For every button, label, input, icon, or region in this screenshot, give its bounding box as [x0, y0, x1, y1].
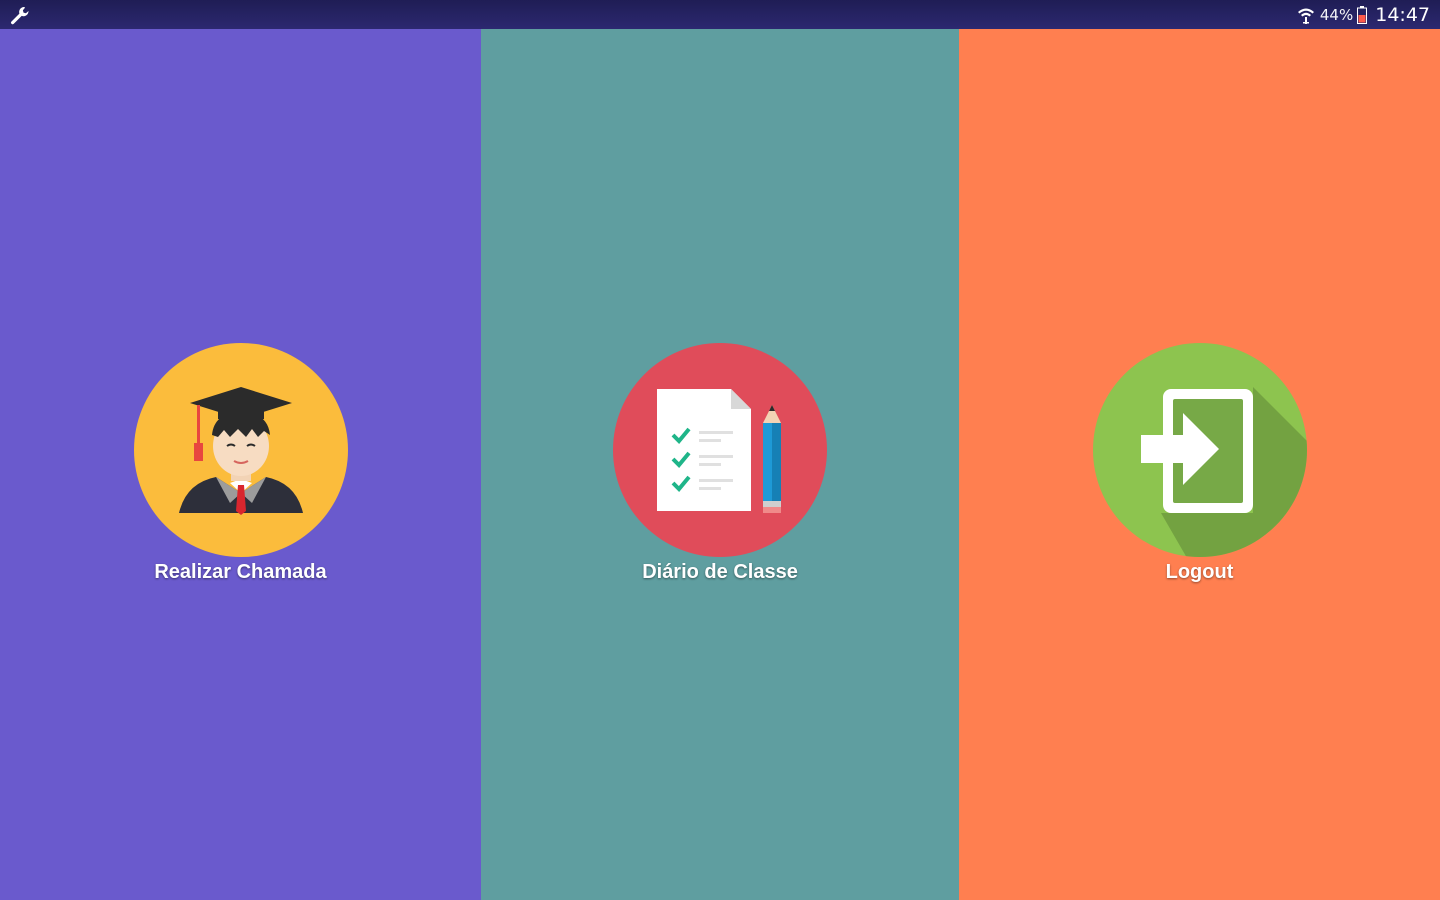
- main-menu: Realizar Chamada Diário de Classe Logout: [0, 29, 1440, 900]
- menu-label: Diário de Classe: [642, 561, 798, 583]
- menu-label: Logout: [1165, 561, 1234, 583]
- logout-icon: [1092, 343, 1307, 557]
- graduate-student-icon: [133, 343, 348, 557]
- menu-tile: Realizar Chamada: [111, 343, 371, 584]
- logout-button[interactable]: Logout: [959, 29, 1440, 900]
- wifi-icon: [1297, 8, 1314, 24]
- battery-percent: 44%: [1319, 5, 1354, 24]
- battery-icon: [1357, 5, 1368, 24]
- wrench-icon: [11, 7, 29, 25]
- class-diary-icon: [613, 343, 827, 557]
- menu-tile: Logout: [1070, 343, 1330, 584]
- clock: 14:47: [1375, 3, 1430, 26]
- diario-de-classe-button[interactable]: Diário de Classe: [481, 29, 959, 900]
- status-indicators: 44% 14:47: [1296, 0, 1430, 29]
- realizar-chamada-button[interactable]: Realizar Chamada: [0, 29, 481, 900]
- menu-label: Realizar Chamada: [154, 561, 327, 583]
- status-bar: 44% 14:47: [0, 0, 1440, 29]
- menu-tile: Diário de Classe: [590, 343, 850, 584]
